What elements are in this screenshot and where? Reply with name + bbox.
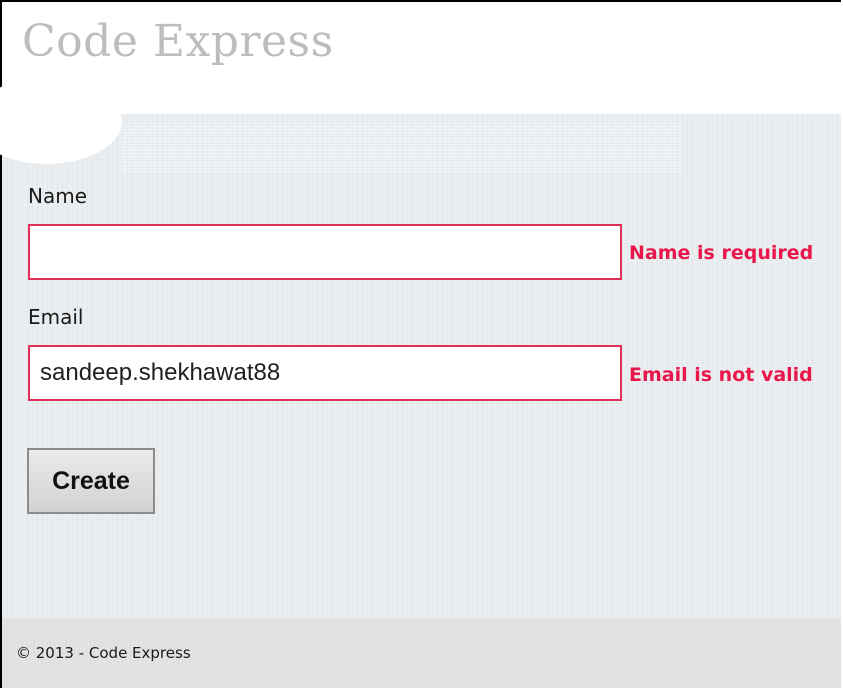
- email-validation-message: Email is not valid: [629, 364, 813, 386]
- email-input[interactable]: [28, 345, 622, 401]
- create-button[interactable]: Create: [27, 448, 155, 514]
- copyright-text: © 2013 - Code Express: [16, 644, 191, 662]
- site-header: Code Express: [2, 2, 841, 114]
- name-input[interactable]: [28, 224, 622, 280]
- site-title: Code Express: [22, 16, 334, 67]
- decorative-stripes: [122, 122, 682, 172]
- browser-page: Code Express Name Name is required Email…: [0, 0, 841, 688]
- email-label: Email: [28, 305, 84, 329]
- site-footer: © 2013 - Code Express: [2, 618, 841, 688]
- name-validation-message: Name is required: [629, 242, 814, 264]
- name-label: Name: [28, 184, 88, 208]
